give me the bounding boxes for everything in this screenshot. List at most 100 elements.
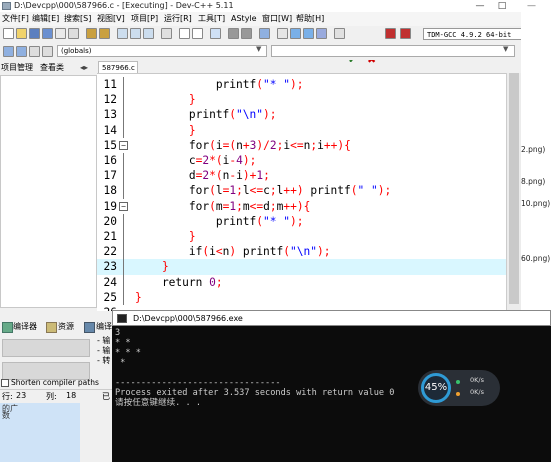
abort-compilation-button[interactable] xyxy=(2,339,90,357)
goto-icon[interactable] xyxy=(161,28,172,39)
fold-guide xyxy=(123,92,124,108)
minimize-button[interactable]: — xyxy=(470,0,490,12)
menu-view[interactable]: 视图[V] xyxy=(97,12,125,26)
code-line[interactable]: 19− for(m=1;m<=d;m++){ xyxy=(97,199,521,214)
menu-run[interactable]: 运行[R] xyxy=(164,12,192,26)
new-file-icon[interactable] xyxy=(3,28,14,39)
menu-project[interactable]: 项目[P] xyxy=(131,12,158,26)
console-icon xyxy=(117,314,127,323)
download-dot-icon xyxy=(456,392,460,396)
compiler-tab-icon xyxy=(2,322,13,333)
fold-guide xyxy=(123,213,124,229)
compile-run-icon[interactable] xyxy=(303,28,314,39)
fold-guide xyxy=(123,107,124,123)
find-icon[interactable] xyxy=(117,28,128,39)
fold-toggle-icon[interactable]: − xyxy=(119,140,128,150)
scope-select[interactable]: (globals) xyxy=(57,45,267,57)
code-line[interactable]: 18 for(l=1;l<=c;l++) printf(" "); xyxy=(97,183,521,199)
menu-tools[interactable]: 工具[T] xyxy=(198,12,225,26)
remove-file-icon[interactable] xyxy=(42,46,53,57)
log-line: - 输 xyxy=(97,346,111,355)
symbol-select[interactable] xyxy=(271,45,515,57)
menu-astyle[interactable]: AStyle xyxy=(231,12,257,26)
chevron-down-icon[interactable]: ▼ xyxy=(503,45,508,53)
menu-window[interactable]: 窗口[W] xyxy=(262,12,292,26)
menu-edit[interactable]: 编辑[E] xyxy=(32,12,59,26)
chevron-down-icon[interactable]: ▼ xyxy=(256,45,261,53)
fold-toggle-icon[interactable]: − xyxy=(119,201,128,211)
code-line[interactable]: 13 printf("\n"); xyxy=(97,107,521,123)
fold-guide xyxy=(123,168,124,184)
fold-guide xyxy=(123,289,124,305)
redo-icon[interactable] xyxy=(99,28,110,39)
code-text: } xyxy=(188,123,196,137)
code-text: printf("* "); xyxy=(135,78,304,91)
menu-bar: 文件[F] 编辑[E] 搜索[S] 视图[V] 项目[P] 运行[R] 工具[T… xyxy=(0,12,551,26)
maximize-button[interactable]: □ xyxy=(492,0,512,12)
code-line[interactable]: 23 } xyxy=(97,259,521,275)
code-text: } xyxy=(188,230,196,243)
code-line[interactable]: 21 } xyxy=(97,229,521,245)
nav-back-icon[interactable] xyxy=(228,28,239,39)
col-label: 列: xyxy=(46,392,57,401)
replace-icon[interactable] xyxy=(130,28,141,39)
close-file-icon[interactable] xyxy=(55,28,66,39)
tab-compiler[interactable]: 编译器 xyxy=(13,321,37,333)
nav-forward-icon[interactable] xyxy=(241,28,252,39)
editor-vertical-scrollbar[interactable] xyxy=(506,73,521,310)
profile-chart-icon[interactable] xyxy=(385,28,396,39)
open-folder-icon[interactable] xyxy=(16,28,27,39)
bookmark-icon[interactable] xyxy=(259,28,270,39)
compile-log-panel: - 输 - 输 - 转 Shorten compiler paths xyxy=(0,333,120,388)
status-bar: 行: 23 列: 18 已 xyxy=(0,389,120,403)
line-number: 21 xyxy=(103,230,117,243)
undo-icon[interactable] xyxy=(86,28,97,39)
tab-resources[interactable]: 资源 xyxy=(58,321,74,333)
print-icon[interactable] xyxy=(68,28,79,39)
indent-icon[interactable] xyxy=(179,28,190,39)
save-all-icon[interactable] xyxy=(42,28,53,39)
row-label: 行: xyxy=(2,392,13,401)
cpu-usage-gauge: 45% xyxy=(421,373,451,403)
network-monitor-widget[interactable]: 45% 0K/s 0K/s xyxy=(418,370,500,406)
code-line[interactable]: 16 c=2*(i-4); xyxy=(97,153,521,169)
add-file-icon[interactable] xyxy=(29,46,40,57)
code-line[interactable]: 17 d=2*(n-i)+1; xyxy=(97,168,521,184)
code-text: } xyxy=(161,260,169,274)
tab-compile-log[interactable]: 编译 xyxy=(96,321,112,333)
toggle-comment-icon[interactable] xyxy=(210,28,221,39)
code-text: if(i<n) printf("\n"); xyxy=(135,245,331,259)
code-line[interactable]: 15− for(i=(n+3)/2;i<=n;i++){ xyxy=(97,138,521,153)
code-line[interactable]: 24 return 0; xyxy=(97,274,521,290)
menu-search[interactable]: 搜索[S] xyxy=(64,12,91,26)
code-line[interactable]: 12 } xyxy=(97,92,521,108)
unindent-icon[interactable] xyxy=(192,28,203,39)
code-line[interactable]: 14 } xyxy=(97,122,521,138)
tab-class-browser[interactable]: 查看类 xyxy=(40,61,64,75)
file-tab[interactable]: 587966.c xyxy=(98,61,138,73)
code-text: for(l=1;l<=c;l++) printf(" "); xyxy=(135,184,392,198)
rebuild-icon[interactable] xyxy=(316,28,327,39)
code-line[interactable]: 20 printf("* "); xyxy=(97,213,521,229)
panel-scroll-arrows[interactable]: ◂▸ xyxy=(80,61,88,75)
tab-project-manager[interactable]: 项目管理 xyxy=(1,61,33,75)
shorten-paths-checkbox[interactable] xyxy=(1,379,9,387)
console-line: * * xyxy=(115,338,131,348)
fold-guide xyxy=(123,183,124,199)
code-line[interactable]: 11 printf("* "); xyxy=(97,77,521,93)
code-editor[interactable]: 11 printf("* "); 12 } 13 printf("\n"); 14 }… xyxy=(97,73,521,311)
code-line[interactable]: 25} xyxy=(97,289,521,305)
scrollbar-thumb[interactable] xyxy=(509,73,519,304)
code-line[interactable]: 22 if(i<n) printf("\n"); xyxy=(97,244,521,260)
run-icon[interactable] xyxy=(290,28,301,39)
new-class-icon[interactable] xyxy=(3,46,14,57)
menu-file[interactable]: 文件[F] xyxy=(2,12,29,26)
line-number: 12 xyxy=(103,93,117,107)
project-options-icon[interactable] xyxy=(16,46,27,57)
menu-help[interactable]: 帮助[H] xyxy=(296,12,324,26)
compile-icon[interactable] xyxy=(277,28,288,39)
debug-icon[interactable] xyxy=(334,28,345,39)
find-next-icon[interactable] xyxy=(143,28,154,39)
save-icon[interactable] xyxy=(29,28,40,39)
delete-profile-icon[interactable] xyxy=(400,28,411,39)
